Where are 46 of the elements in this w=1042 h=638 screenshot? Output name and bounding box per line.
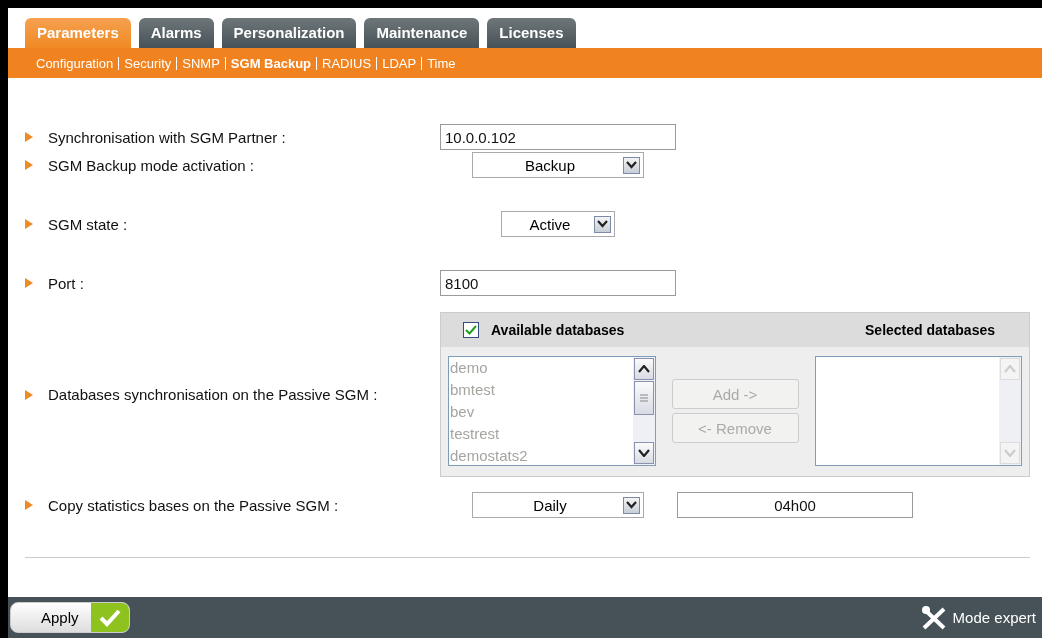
time-field[interactable]: 04h00 — [677, 492, 913, 518]
input-field[interactable]: 8100 — [440, 270, 676, 296]
field-label: SGM Backup mode activation : — [48, 156, 254, 174]
column-header: Selected databases — [865, 322, 995, 338]
bullet-icon — [25, 219, 33, 229]
apply-button[interactable]: Apply — [10, 602, 130, 633]
subnav-link[interactable]: Security — [118, 56, 177, 70]
list-item[interactable]: bmtest — [450, 379, 633, 401]
scroll-thumb[interactable] — [633, 381, 654, 415]
bullet-icon — [25, 278, 33, 288]
subnav-link[interactable]: Configuration — [36, 56, 119, 70]
tab[interactable]: Personalization — [221, 18, 357, 48]
bullet-icon — [25, 160, 33, 170]
bullet-icon — [25, 132, 33, 142]
column-header: Available databases — [491, 322, 625, 338]
input-field[interactable]: 10.0.0.102 — [440, 124, 676, 150]
field-label: SGM state : — [48, 215, 128, 233]
subnav-link[interactable]: SNMP — [176, 56, 225, 70]
list-item[interactable]: testrest — [450, 423, 633, 445]
check-icon — [98, 608, 121, 627]
mode-expert-link[interactable]: Mode expert — [920, 605, 1036, 630]
tools-icon — [920, 605, 947, 630]
field-label: Synchronisation with SGM Partner : — [48, 128, 286, 146]
list-item[interactable]: demo — [450, 357, 633, 379]
subnav-link[interactable]: LDAP — [376, 56, 422, 70]
list-item[interactable]: bev — [450, 401, 633, 423]
database-list[interactable]: demo bmtest bev testrest demostats2 — [448, 356, 656, 466]
field-label: Databases synchronisation on the Passive SGM : — [48, 386, 378, 403]
dropdown[interactable]: Daily — [472, 492, 644, 518]
tab[interactable]: Parameters — [25, 18, 131, 48]
tab[interactable]: Licenses — [487, 18, 576, 48]
scroll-down-icon[interactable] — [633, 442, 654, 464]
checkbox[interactable] — [463, 322, 479, 338]
list-item[interactable]: demostats2 — [450, 445, 633, 467]
field-label: Port : — [48, 274, 84, 292]
bullet-icon — [25, 389, 33, 400]
dropdown[interactable]: Active — [500, 211, 616, 237]
tab[interactable]: Alarms — [138, 18, 214, 48]
subnav-link[interactable]: SGM Backup — [224, 56, 317, 70]
tab[interactable]: Maintenance — [364, 18, 480, 48]
subnav-link[interactable]: Time — [421, 56, 461, 70]
dropdown[interactable]: Backup — [472, 152, 644, 178]
scroll-up-icon[interactable] — [633, 358, 654, 380]
bullet-icon — [25, 500, 33, 510]
subnav-link[interactable]: RADIUS — [316, 56, 377, 70]
field-label: Copy statistics bases on the Passive SGM : — [48, 496, 339, 514]
